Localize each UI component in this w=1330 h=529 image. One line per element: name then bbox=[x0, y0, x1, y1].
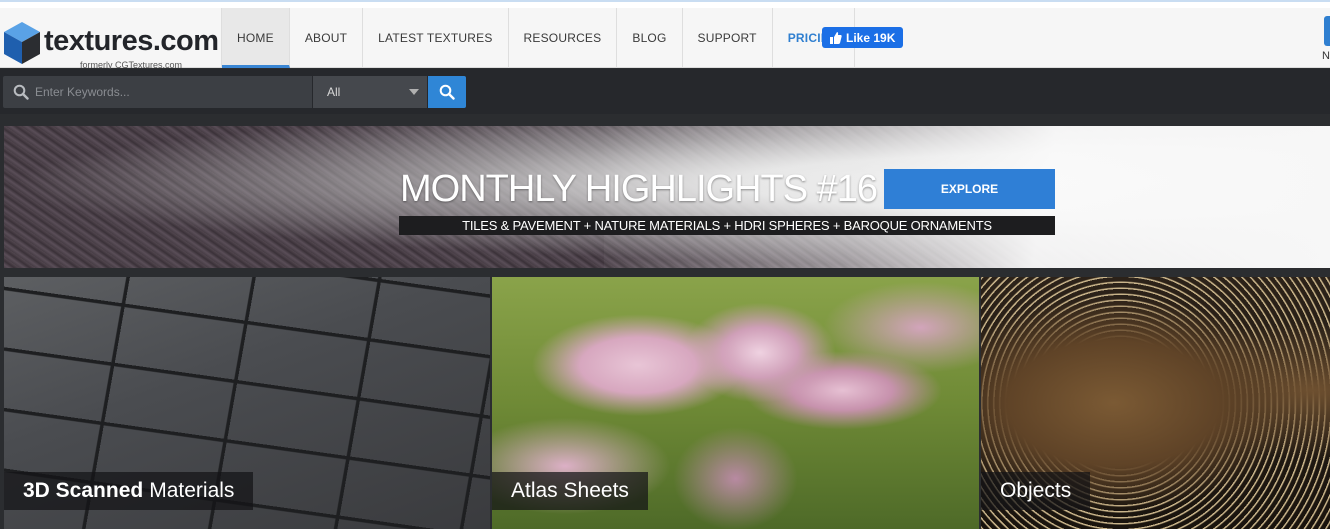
logo-wordmark: textures.com bbox=[44, 25, 219, 57]
login-button-partial[interactable] bbox=[1324, 16, 1330, 46]
nav-blog[interactable]: BLOG bbox=[617, 8, 683, 68]
search-icon bbox=[439, 84, 455, 100]
thumbs-up-icon bbox=[830, 31, 842, 44]
search-box bbox=[3, 76, 312, 108]
category-select[interactable]: All bbox=[313, 76, 427, 108]
search-submit-button[interactable] bbox=[428, 76, 466, 108]
tile-label-text: Objects bbox=[1000, 479, 1072, 502]
tile-atlas-sheets[interactable]: Atlas Sheets bbox=[492, 277, 979, 529]
tile-label-bold: 3D Scanned bbox=[23, 479, 144, 502]
facebook-like-button[interactable]: Like 19K bbox=[822, 27, 904, 48]
tile-label: Atlas Sheets bbox=[492, 472, 648, 510]
banner-title: MONTHLY HIGHLIGHTS #16 bbox=[400, 168, 878, 210]
cube-logo-icon bbox=[4, 22, 40, 64]
main-nav: HOME ABOUT LATEST TEXTURES RESOURCES BLO… bbox=[221, 8, 856, 68]
search-bar: All bbox=[0, 69, 1330, 114]
dropdown-arrow-icon bbox=[409, 89, 419, 95]
nav-resources[interactable]: RESOURCES bbox=[509, 8, 618, 68]
nav-support[interactable]: SUPPORT bbox=[683, 8, 773, 68]
tile-label-text: Materials bbox=[149, 479, 235, 502]
category-selected-value: All bbox=[327, 85, 341, 99]
search-input[interactable] bbox=[35, 76, 305, 108]
site-header: textures.com formerly CGTextures.com HOM… bbox=[0, 8, 1330, 70]
nav-home[interactable]: HOME bbox=[222, 8, 290, 68]
tile-label: 3D Scanned Materials bbox=[4, 472, 254, 510]
explore-button[interactable]: EXPLORE bbox=[884, 169, 1055, 209]
site-logo[interactable]: textures.com formerly CGTextures.com bbox=[2, 17, 219, 70]
login-text-partial: N bbox=[1322, 50, 1330, 62]
search-icon bbox=[13, 84, 29, 100]
tile-label: Objects bbox=[981, 472, 1091, 510]
tile-label-text: Atlas Sheets bbox=[511, 479, 629, 502]
nav-latest-textures[interactable]: LATEST TEXTURES bbox=[363, 8, 509, 68]
facebook-like-count: Like 19K bbox=[846, 30, 896, 45]
nav-about[interactable]: ABOUT bbox=[290, 8, 364, 68]
tile-3d-scanned-materials[interactable]: 3D Scanned Materials bbox=[4, 277, 490, 529]
top-border bbox=[0, 0, 1330, 8]
tile-objects[interactable]: Objects bbox=[981, 277, 1330, 529]
banner-subtitle: TILES & PAVEMENT + NATURE MATERIALS + HD… bbox=[399, 216, 1055, 235]
